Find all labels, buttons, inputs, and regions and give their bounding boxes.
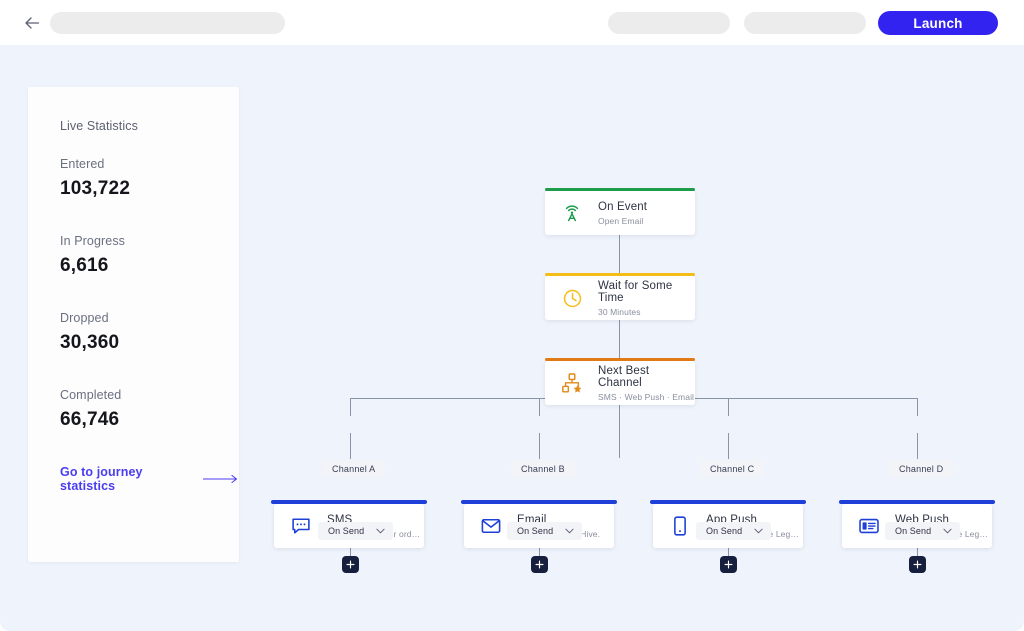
stat-label: Entered	[60, 157, 105, 171]
connector-bus-to-chip-c	[728, 398, 729, 416]
chip-channel-d[interactable]: Channel D	[889, 460, 954, 477]
trigger-dropdown-c[interactable]: On Send	[696, 522, 772, 540]
chevron-down-icon	[376, 528, 385, 534]
link-label: Go to journey statistics	[60, 465, 143, 493]
node-subtitle: Open Email	[598, 215, 644, 226]
clock-icon	[559, 285, 585, 311]
trigger-dropdown-a[interactable]: On Send	[318, 522, 394, 540]
journey-builder-app: Launch Live Statistics Entered 103,722 I…	[0, 0, 1024, 631]
stat-label: In Progress	[60, 234, 126, 248]
go-to-journey-statistics-link[interactable]: Go to journey statistics	[60, 465, 239, 493]
header-action-pill-1[interactable]	[608, 12, 730, 34]
header-action-pill-2[interactable]	[744, 12, 866, 34]
org-chart-star-icon	[559, 370, 585, 396]
node-subtitle: 30 Minutes	[598, 306, 641, 317]
trigger-dropdown-d[interactable]: On Send	[885, 522, 961, 540]
chip-channel-c[interactable]: Channel C	[700, 460, 765, 477]
stat-dropped: Dropped 30,360	[60, 311, 119, 354]
trigger-label: On Send	[895, 526, 932, 536]
mobile-phone-icon	[667, 513, 693, 539]
broadcast-tower-icon	[559, 200, 585, 226]
envelope-icon	[478, 513, 504, 539]
chevron-down-icon	[754, 528, 763, 534]
add-step-button-d[interactable]	[909, 556, 926, 573]
connector-bus-to-chip-a	[350, 398, 351, 416]
trigger-label: On Send	[517, 526, 554, 536]
chevron-down-icon	[565, 528, 574, 534]
node-title: On Event	[598, 200, 648, 213]
node-accent-bar	[650, 500, 806, 504]
plus-icon	[346, 560, 355, 569]
trigger-dropdown-b[interactable]: On Send	[507, 522, 583, 540]
connector-chip-a-to-card	[350, 433, 351, 459]
top-bar: Launch	[0, 0, 1024, 45]
long-arrow-right-icon	[203, 474, 239, 484]
connector-chip-d-to-card	[917, 433, 918, 459]
stat-label: Dropped	[60, 311, 109, 325]
plus-icon	[535, 560, 544, 569]
journey-name-field[interactable]	[50, 12, 285, 34]
live-statistics-title: Live Statistics	[60, 119, 138, 133]
node-accent-bar	[545, 358, 695, 361]
chat-bubble-icon	[288, 513, 314, 539]
connector-chip-b-to-card	[539, 433, 540, 459]
connector-bus-to-chip-d	[917, 398, 918, 416]
node-next-best-channel[interactable]: Next Best Channel SMS · Web Push · Email	[545, 358, 695, 405]
chip-channel-b[interactable]: Channel B	[511, 460, 575, 477]
add-step-button-a[interactable]	[342, 556, 359, 573]
trigger-label: On Send	[706, 526, 743, 536]
node-title: Next Best Channel	[598, 364, 650, 389]
trigger-label: On Send	[328, 526, 365, 536]
connector-bus-to-chip-b	[539, 398, 540, 416]
stat-value: 103,722	[60, 178, 131, 199]
node-title: Wait for Some Time	[598, 279, 673, 304]
node-on-event[interactable]: On Event Open Email	[545, 188, 695, 235]
stat-value: 30,360	[60, 332, 120, 353]
stat-entered: Entered 103,722	[60, 157, 130, 200]
add-step-button-b[interactable]	[531, 556, 548, 573]
stat-label: Completed	[60, 388, 122, 402]
node-accent-bar	[545, 188, 695, 191]
stat-value: 66,746	[60, 409, 120, 430]
chip-channel-a[interactable]: Channel A	[322, 460, 386, 477]
stat-value: 6,616	[60, 255, 109, 276]
connector-chip-c-to-card	[728, 433, 729, 459]
node-accent-bar	[461, 500, 617, 504]
live-statistics-panel: Live Statistics Entered 103,722 In Progr…	[28, 87, 239, 562]
journey-canvas[interactable]: Live Statistics Entered 103,722 In Progr…	[0, 45, 1024, 631]
node-accent-bar	[271, 500, 427, 504]
node-wait-for-some-time[interactable]: Wait for Some Time 30 Minutes	[545, 273, 695, 320]
plus-icon	[913, 560, 922, 569]
chevron-down-icon	[943, 528, 952, 534]
launch-button[interactable]: Launch	[878, 11, 998, 35]
stat-in-progress: In Progress 6,616	[60, 234, 125, 277]
node-accent-bar	[839, 500, 995, 504]
node-subtitle: SMS · Web Push · Email	[598, 391, 695, 402]
add-step-button-c[interactable]	[720, 556, 737, 573]
plus-icon	[724, 560, 733, 569]
stat-completed: Completed 66,746	[60, 388, 121, 431]
back-arrow-icon[interactable]	[22, 13, 42, 33]
node-accent-bar	[545, 273, 695, 276]
browser-window-icon	[856, 513, 882, 539]
